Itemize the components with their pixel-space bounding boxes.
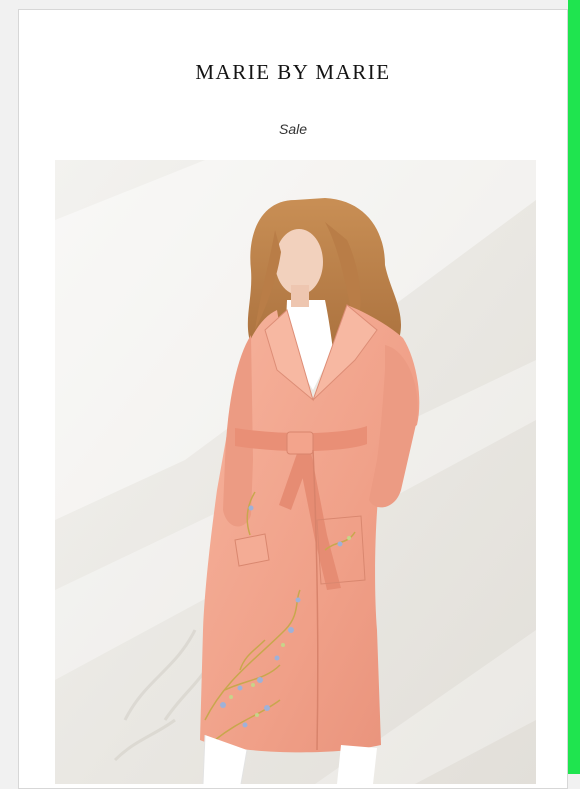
hero-image[interactable]	[55, 160, 536, 784]
email-subtitle: Sale	[278, 121, 308, 137]
email-card: MARIE BY MARIE Sale	[18, 9, 568, 789]
brand-logo[interactable]: MARIE BY MARIE	[19, 60, 567, 85]
accent-bar	[568, 0, 580, 774]
